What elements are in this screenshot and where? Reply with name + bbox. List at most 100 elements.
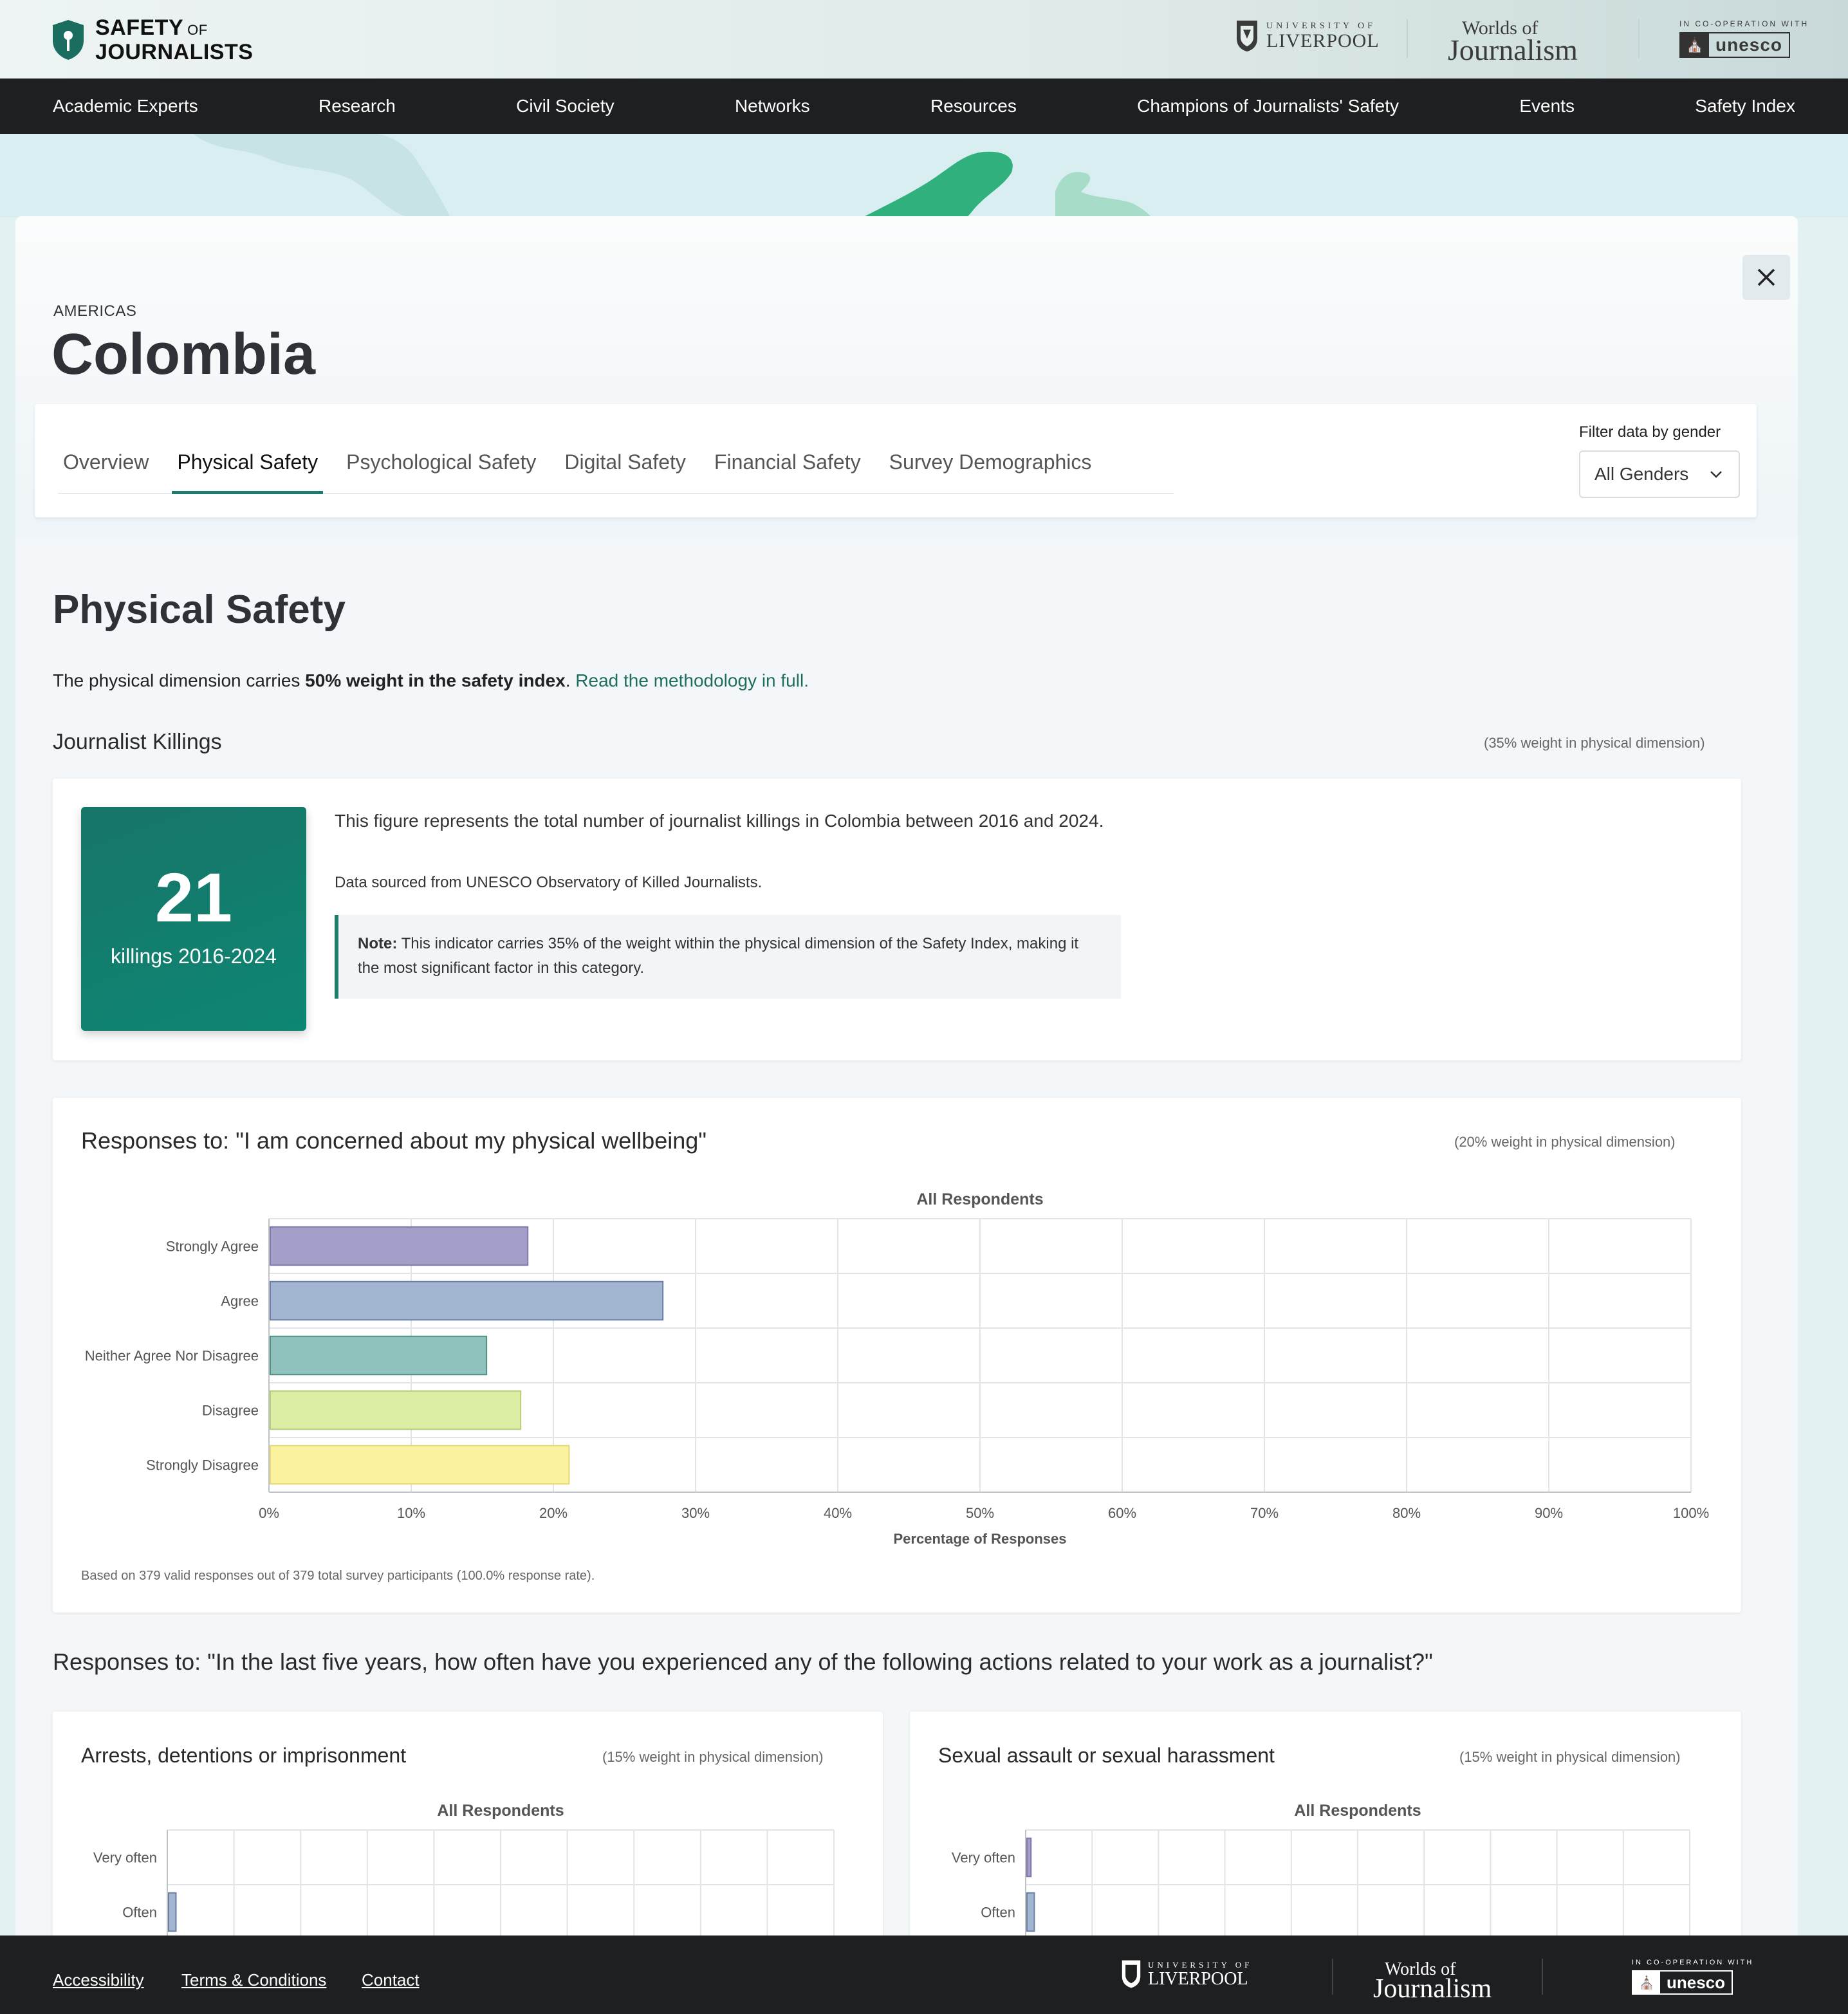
tick-label: 70% — [1250, 1505, 1279, 1521]
harassment-chart: All Respondents Very often Often — [952, 1802, 1690, 1935]
category-label: Strongly Agree — [166, 1239, 259, 1255]
arrests-weight: (15% weight in physical dimension) — [602, 1749, 824, 1765]
nav-events[interactable]: Events — [1519, 96, 1575, 116]
category-label: Very often — [952, 1850, 1015, 1866]
arrests-title: Arrests, detentions or imprisonment — [81, 1744, 407, 1767]
footer-liverpool-logo[interactable]: UNIVERSITY OF LIVERPOOL — [1121, 1959, 1252, 1990]
killings-title: Journalist Killings — [53, 730, 222, 754]
header-divider — [1407, 19, 1408, 58]
footer-terms-link[interactable]: Terms & Conditions — [181, 1970, 326, 1990]
nav-safety-index[interactable]: Safety Index — [1695, 96, 1795, 116]
unesco-temple-icon: ⛪ — [1681, 33, 1709, 57]
footer-woj-logo[interactable]: Worlds of Journalism — [1373, 1961, 1492, 2003]
killings-weight: (35% weight in physical dimension) — [1484, 735, 1705, 751]
chart-title: All Respondents — [1294, 1802, 1421, 1820]
tick-label: 20% — [539, 1505, 568, 1521]
arrests-chart: All Respondents Very often Often — [93, 1802, 835, 1935]
bar — [270, 1445, 570, 1485]
tab-survey-demographics[interactable]: Survey Demographics — [884, 449, 1097, 493]
tab-overview[interactable]: Overview — [58, 449, 154, 493]
unesco-temple-icon: ⛪ — [1633, 1972, 1660, 1993]
tab-list: Overview Physical Safety Psychological S… — [58, 449, 1174, 494]
nav-resources[interactable]: Resources — [930, 96, 1017, 116]
category-label: Very often — [93, 1850, 157, 1866]
main-nav: Academic Experts Research Civil Society … — [0, 79, 1848, 134]
header-divider — [1638, 19, 1640, 58]
region-label: AMERICAS — [53, 302, 137, 320]
category-label: Agree — [221, 1293, 259, 1309]
bar — [270, 1226, 529, 1266]
killings-note: Note: This indicator carries 35% of the … — [335, 915, 1121, 999]
tick-label: 60% — [1108, 1505, 1136, 1521]
nav-research[interactable]: Research — [319, 96, 396, 116]
tab-digital-safety[interactable]: Digital Safety — [559, 449, 691, 493]
tabs-bar: Overview Physical Safety Psychological S… — [35, 404, 1757, 517]
footer-contact-link[interactable]: Contact — [362, 1970, 420, 1990]
tab-psychological-safety[interactable]: Psychological Safety — [341, 449, 541, 493]
footer-divider — [1332, 1959, 1333, 1995]
chevron-down-icon — [1710, 471, 1722, 478]
killings-period: killings 2016-2024 — [111, 945, 277, 968]
tick-label: 90% — [1535, 1505, 1563, 1521]
category-label: Disagree — [202, 1403, 259, 1419]
killings-count: 21 — [154, 858, 233, 936]
chart-title: All Respondents — [437, 1802, 564, 1820]
section-description: The physical dimension carries 50% weigh… — [53, 670, 809, 690]
harassment-title: Sexual assault or sexual harassment — [938, 1744, 1275, 1767]
footer-accessibility-link[interactable]: Accessibility — [53, 1970, 144, 1990]
tick-label: 50% — [966, 1505, 994, 1521]
tick-label: 80% — [1392, 1505, 1421, 1521]
killings-source: Data sourced from UNESCO Observatory of … — [335, 874, 762, 891]
brand-name: SAFETY OF JOURNALISTS — [95, 15, 254, 64]
tick-label: 30% — [681, 1505, 710, 1521]
liverpool-crest-icon — [1237, 21, 1257, 51]
methodology-link[interactable]: Read the methodology in full. — [575, 670, 809, 690]
tick-label: 10% — [397, 1505, 425, 1521]
site-header: SAFETY OF JOURNALISTS UNIVERSITY OF LIVER… — [0, 0, 1848, 79]
nav-champions[interactable]: Champions of Journalists' Safety — [1137, 96, 1399, 116]
tick-label: 0% — [259, 1505, 279, 1521]
gender-filter-select[interactable]: All Genders — [1579, 450, 1740, 498]
liverpool-logo[interactable]: UNIVERSITY OF LIVERPOOL — [1235, 19, 1380, 53]
close-icon — [1757, 268, 1775, 286]
gender-filter-label: Filter data by gender — [1579, 423, 1721, 441]
tick-label: 40% — [824, 1505, 852, 1521]
bar — [270, 1390, 522, 1430]
liverpool-crest-icon — [1122, 1960, 1141, 1988]
tick-label: 100% — [1673, 1505, 1709, 1521]
category-label: Often — [122, 1905, 157, 1921]
nav-networks[interactable]: Networks — [735, 96, 810, 116]
shield-icon — [53, 20, 84, 60]
x-axis-label: Percentage of Responses — [894, 1531, 1067, 1547]
page-title: Colombia — [51, 322, 316, 387]
map-background — [0, 134, 1848, 217]
nav-civil-society[interactable]: Civil Society — [516, 96, 614, 116]
tab-financial-safety[interactable]: Financial Safety — [709, 449, 866, 493]
gender-filter-value: All Genders — [1594, 464, 1689, 484]
unesco-logo[interactable]: IN CO-OPERATION WITH ⛪ unesco — [1679, 19, 1809, 58]
killings-stat: 21 killings 2016-2024 — [81, 807, 306, 1031]
category-label: Often — [981, 1905, 1015, 1921]
site-footer: Accessibility Terms & Conditions Contact… — [0, 1935, 1848, 2014]
wellbeing-footnote: Based on 379 valid responses out of 379 … — [81, 1569, 595, 1583]
map-shapes — [193, 134, 1152, 217]
footer-divider — [1542, 1959, 1543, 1995]
wellbeing-weight: (20% weight in physical dimension) — [1454, 1134, 1676, 1150]
wellbeing-title: Responses to: "I am concerned about my p… — [81, 1127, 707, 1154]
harassment-weight: (15% weight in physical dimension) — [1459, 1749, 1681, 1765]
bar — [1026, 1892, 1035, 1932]
experiences-question: Responses to: "In the last five years, h… — [53, 1649, 1433, 1675]
wellbeing-chart: All Respondents Strongly Agree Agree Neithe… — [85, 1190, 1709, 1547]
footer-unesco-logo[interactable]: IN CO-OPERATION WITH ⛪ unesco — [1632, 1959, 1753, 1995]
close-button[interactable] — [1742, 255, 1790, 300]
worlds-of-journalism-logo[interactable]: Worlds of Journalism — [1448, 19, 1578, 65]
tab-physical-safety[interactable]: Physical Safety — [172, 449, 324, 494]
category-label: Strongly Disagree — [146, 1457, 259, 1474]
site-logo[interactable]: SAFETY OF JOURNALISTS — [51, 17, 253, 63]
bar — [1026, 1837, 1032, 1878]
chart-title: All Respondents — [916, 1190, 1043, 1208]
bar — [270, 1280, 664, 1321]
nav-academic-experts[interactable]: Academic Experts — [53, 96, 198, 116]
bar — [168, 1892, 177, 1932]
category-label: Neither Agree Nor Disagree — [85, 1348, 259, 1364]
